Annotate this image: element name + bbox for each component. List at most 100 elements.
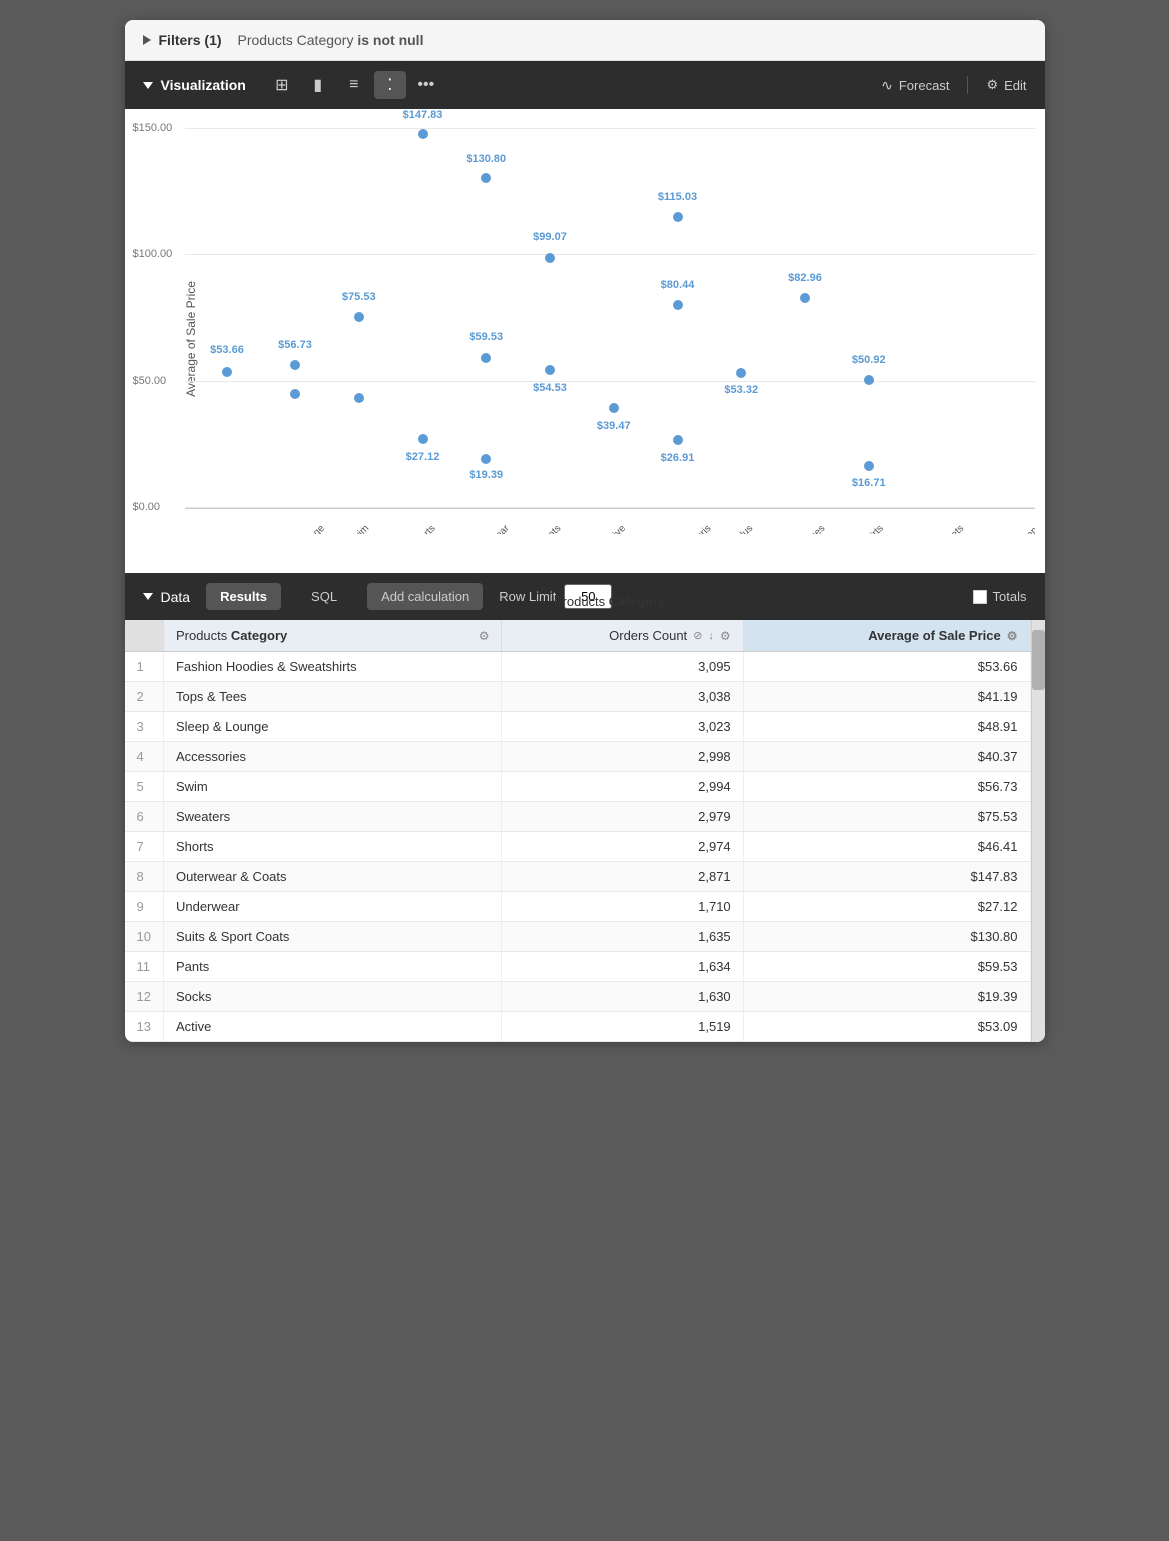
y-gridline-top: $150.00 [185, 128, 1035, 129]
dot-label-underwear-high: $130.80 [466, 153, 506, 165]
cell-avg-price: $53.09 [743, 1012, 1030, 1042]
dot-clothing-sets-high[interactable] [800, 293, 810, 303]
y-label-50: $50.00 [133, 375, 167, 387]
chart-inner: $150.00 $100.00 $50.00 $0.00 $53.66 $56.… [185, 129, 1035, 509]
dot-fashion-hoodies[interactable] [222, 367, 232, 377]
cell-orders: 2,979 [502, 802, 743, 832]
x-label-active: Active [601, 523, 628, 534]
viz-label[interactable]: Visualization [143, 77, 246, 93]
table-view-icon[interactable]: ⊞ [266, 71, 298, 99]
x-label-sleep: Sleep & Lounge [269, 523, 327, 534]
cell-row-num: 9 [125, 892, 164, 922]
chart-area: Average of Sale Price $150.00 $100.00 $5… [125, 109, 1045, 569]
dot-label-skirts-low: $26.91 [661, 452, 695, 464]
scrollbar[interactable] [1031, 620, 1045, 1042]
cell-category: Outerwear & Coats [163, 862, 502, 892]
dot-swim-low[interactable] [354, 393, 364, 403]
table-row: 13 Active 1,519 $53.09 [125, 1012, 1031, 1042]
filters-label[interactable]: Filters (1) [143, 32, 222, 48]
edit-label: Edit [1004, 78, 1026, 93]
dot-label-pants-capris: $54.53 [533, 382, 567, 394]
cell-category: Tops & Tees [163, 682, 502, 712]
products-category-gear-icon[interactable]: ⚙ [479, 629, 490, 643]
cell-orders: 1,635 [502, 922, 743, 952]
more-options-icon[interactable]: ••• [410, 71, 442, 99]
dot-label-dresses-mid: $80.44 [661, 279, 695, 291]
table-row: 4 Accessories 2,998 $40.37 [125, 742, 1031, 772]
viz-expand-icon [143, 82, 153, 89]
th-avg-sale-price-label: Average of Sale Price [868, 628, 1000, 643]
avg-sale-price-gear-icon[interactable]: ⚙ [1007, 629, 1018, 643]
x-label-skirts: Skirts [860, 523, 885, 534]
orders-count-filter-icon[interactable]: ⊘ [693, 629, 702, 642]
cell-avg-price: $27.12 [743, 892, 1030, 922]
scatter-view-icon[interactable]: ⁚ [374, 71, 406, 99]
y-label-150: $150.00 [133, 122, 173, 134]
cell-row-num: 5 [125, 772, 164, 802]
dot-skirts[interactable] [736, 368, 746, 378]
filters-text: Filters (1) [159, 32, 222, 48]
th-products-category: Products Category ⚙ [163, 620, 502, 652]
y-label-0: $0.00 [133, 501, 161, 513]
dot-label-pants: $59.53 [469, 331, 503, 343]
scroll-thumb[interactable] [1032, 630, 1045, 690]
bar-view-icon[interactable]: ▮ [302, 71, 334, 99]
data-table: Products Category ⚙ Orders Count ⊘ ↓ ⚙ [125, 620, 1031, 1042]
dot-pants-capris[interactable] [545, 365, 555, 375]
dot-pants[interactable] [481, 353, 491, 363]
orders-count-gear-icon[interactable]: ⚙ [720, 629, 731, 643]
cell-avg-price: $41.19 [743, 682, 1030, 712]
dot-shorts-low[interactable] [418, 434, 428, 444]
dot-label-dresses-high: $115.03 [658, 191, 697, 203]
cell-avg-price: $48.91 [743, 712, 1030, 742]
cell-orders: 2,998 [502, 742, 743, 772]
cell-avg-price: $19.39 [743, 982, 1030, 1012]
cell-avg-price: $130.80 [743, 922, 1030, 952]
table-header-row: Products Category ⚙ Orders Count ⊘ ↓ ⚙ [125, 620, 1031, 652]
cell-orders: 1,630 [502, 982, 743, 1012]
cell-category: Fashion Hoodies & Sweatshirts [163, 652, 502, 682]
cell-category: Underwear [163, 892, 502, 922]
x-label-dresses: Dresses [794, 523, 828, 534]
edit-action[interactable]: ⚙ Edit [986, 77, 1026, 93]
cell-row-num: 3 [125, 712, 164, 742]
table-row: 11 Pants 1,634 $59.53 [125, 952, 1031, 982]
th-products-category-inner: Products Category ⚙ [176, 628, 490, 643]
dot-label-socks-low: $16.71 [852, 477, 886, 489]
dot-label-skirts: $53.32 [724, 384, 758, 396]
dot-shorts-high[interactable] [418, 129, 428, 139]
cell-avg-price: $40.37 [743, 742, 1030, 772]
forecast-action[interactable]: ∿ Forecast [881, 77, 949, 94]
cell-orders: 2,871 [502, 862, 743, 892]
dot-skirts-low[interactable] [673, 435, 683, 445]
dot-socks-low[interactable] [864, 461, 874, 471]
dot-sleep-lounge-high[interactable] [290, 360, 300, 370]
table-row: 2 Tops & Tees 3,038 $41.19 [125, 682, 1031, 712]
dot-underwear-high[interactable] [481, 173, 491, 183]
dot-dresses-mid[interactable] [673, 300, 683, 310]
dot-label-active-low: $19.39 [469, 469, 503, 481]
list-view-icon[interactable]: ≡ [338, 71, 370, 99]
th-avg-sale-price-inner: Average of Sale Price ⚙ [756, 628, 1018, 643]
cell-orders: 1,519 [502, 1012, 743, 1042]
dot-sleep-lounge-low[interactable] [290, 389, 300, 399]
x-label-pants: Pants [538, 523, 564, 534]
dot-plus[interactable] [609, 403, 619, 413]
cell-orders: 3,038 [502, 682, 743, 712]
dot-label-fashion-hoodies: $53.66 [210, 344, 244, 356]
dot-socks-high[interactable] [864, 375, 874, 385]
table-row: 9 Underwear 1,710 $27.12 [125, 892, 1031, 922]
dot-active-high[interactable] [545, 253, 555, 263]
dot-dresses-high[interactable] [673, 212, 683, 222]
filter-operator: is not null [357, 32, 423, 48]
dot-swim-high[interactable] [354, 312, 364, 322]
cell-row-num: 6 [125, 802, 164, 832]
data-expand-icon [143, 593, 153, 600]
dot-label-clothing-sets-high: $82.96 [788, 272, 822, 284]
orders-count-sort-icon[interactable]: ↓ [708, 630, 714, 642]
x-label-shorts: Shorts [409, 523, 437, 534]
dot-active-low[interactable] [481, 454, 491, 464]
cell-row-num: 10 [125, 922, 164, 952]
table-row: 3 Sleep & Lounge 3,023 $48.91 [125, 712, 1031, 742]
y-label-100: $100.00 [133, 248, 173, 260]
